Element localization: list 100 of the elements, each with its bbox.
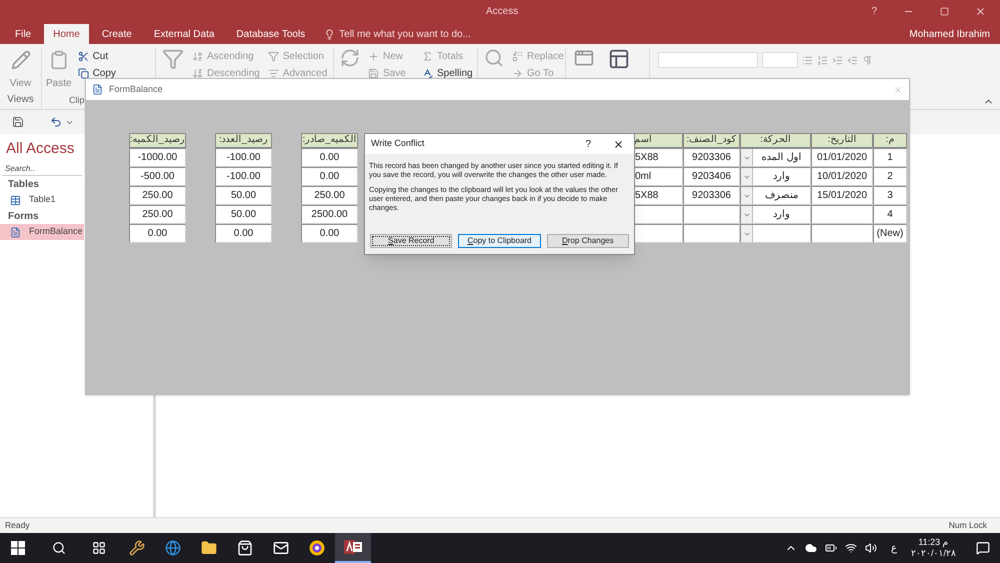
field-cell[interactable]: 15/01/2020 [811,186,873,205]
ribbon-tab[interactable]: Home [44,24,89,44]
field-cell[interactable]: وارد [740,167,811,186]
field-cell[interactable]: 9203306 [683,186,740,205]
mail-icon [273,540,289,556]
field-cell[interactable]: 250.00 [129,186,186,205]
font-name-field[interactable] [658,52,758,68]
field-cell[interactable] [811,224,873,243]
field-cell[interactable] [633,224,683,243]
field-label: الكميه_صادر: [301,133,358,148]
field-cell[interactable]: 0.00 [215,224,272,243]
field-cell[interactable] [683,205,740,224]
shopping-bag-icon [237,540,253,556]
field-cell[interactable]: 250.00 [301,186,358,205]
tell-me-field[interactable]: Tell me what you want to do... [324,24,471,44]
copy-icon [78,68,89,78]
field-cell[interactable]: 250.00 [129,205,186,224]
outdent-icon[interactable] [847,54,858,66]
field-cell[interactable]: 5X88 [633,186,683,205]
search-field[interactable]: Search.. [2,162,82,176]
paragraph-icon[interactable] [862,54,873,66]
plus-icon [368,50,379,62]
field-cell[interactable]: -500.00 [129,167,186,186]
ribbon-command[interactable]: Copy [78,65,116,81]
field-label: رصيد_الكميه: [129,133,186,148]
field-cell[interactable]: 0.00 [301,148,358,167]
ribbon-command[interactable]: Spelling [422,65,473,81]
view-icon[interactable] [10,50,30,70]
field-cell[interactable]: 3 [873,186,907,205]
ribbon-tab[interactable]: Create [92,24,141,44]
ribbon-tab[interactable]: File [6,24,40,44]
field-cell[interactable]: 2500.00 [301,205,358,224]
restore-icon[interactable] [940,6,949,16]
field-cell[interactable]: 9203306 [683,148,740,167]
field-cell[interactable]: 1 [873,148,907,167]
navigation-item[interactable]: FormBalance [0,224,84,240]
navigation-item[interactable]: Table1 [0,192,84,208]
tools-icon [129,540,145,556]
refresh-icon[interactable] [340,48,360,68]
numbering-icon[interactable] [817,54,828,66]
task-view-icon[interactable] [92,541,106,555]
field-cell[interactable]: (New) [873,224,907,243]
form-window-icon[interactable] [574,48,594,68]
bullets-icon[interactable] [802,54,813,66]
spell-check-icon [422,68,433,78]
field-cell[interactable]: 4 [873,205,907,224]
field-cell[interactable]: -1000.00 [129,148,186,167]
battery-icon[interactable] [824,542,837,554]
user-name[interactable]: Mohamed Ibrahim [909,24,1000,44]
field-cell[interactable]: 9203406 [683,167,740,186]
close-icon[interactable] [613,138,624,150]
field-cell[interactable]: 01/01/2020 [811,148,873,167]
field-cell[interactable]: 50.00 [215,186,272,205]
volume-icon[interactable] [864,542,877,554]
field-cell[interactable]: 50.00 [215,205,272,224]
dialog-button[interactable]: Copy to Clipboard [458,234,541,248]
field-cell[interactable]: -100.00 [215,167,272,186]
field-cell[interactable]: 5X88 [633,148,683,167]
search-icon[interactable] [52,541,66,555]
cloud-icon[interactable] [804,542,817,554]
ribbon-command[interactable]: Cut [78,48,116,64]
dialog-button[interactable]: Save Record [370,234,452,248]
clock[interactable]: 11:23 م ٢٠٢٠/٠١/٢٨ [910,537,956,559]
field-cell[interactable]: وارد [740,205,811,224]
section-header[interactable]: Forms [8,209,39,224]
windows-icon[interactable] [608,48,630,70]
indent-icon[interactable] [832,54,843,66]
field-cell[interactable]: 2 [873,167,907,186]
notifications-icon[interactable] [976,541,990,555]
sort-ascending-icon [192,50,203,62]
ribbon-tab[interactable]: Database Tools [227,24,314,44]
taskbar-app[interactable] [335,533,371,563]
field-cell[interactable] [683,224,740,243]
undo-icon[interactable] [50,116,62,128]
field-cell[interactable]: 0ml [633,167,683,186]
field-cell[interactable]: 10/01/2020 [811,167,873,186]
dialog-button[interactable]: Drop Changes [546,234,629,248]
funnel-icon[interactable] [162,48,184,70]
input-language[interactable]: ع [890,540,897,556]
section-header[interactable]: Tables [8,177,39,192]
field-cell[interactable] [633,205,683,224]
save-icon[interactable] [12,116,24,128]
start-icon[interactable] [11,541,25,555]
num-lock-indicator: Num Lock [948,519,987,532]
field-cell[interactable] [740,224,811,243]
ribbon-tab[interactable]: External Data [144,24,224,44]
sigma-icon [422,50,433,62]
help-button[interactable]: ? [871,4,877,18]
paste-icon[interactable] [48,50,69,70]
field-cell[interactable]: -100.00 [215,148,272,167]
field-cell[interactable]: اول المده [740,148,811,167]
field-cell[interactable]: 0.00 [301,167,358,186]
field-cell[interactable]: 0.00 [301,224,358,243]
field-cell[interactable] [811,205,873,224]
folder-icon [201,540,217,556]
font-size-field[interactable] [762,52,798,68]
field-cell[interactable]: منصرف [740,186,811,205]
field-cell[interactable]: 0.00 [129,224,186,243]
help-button[interactable]: ? [585,136,591,152]
group-label: Clip [69,94,85,107]
